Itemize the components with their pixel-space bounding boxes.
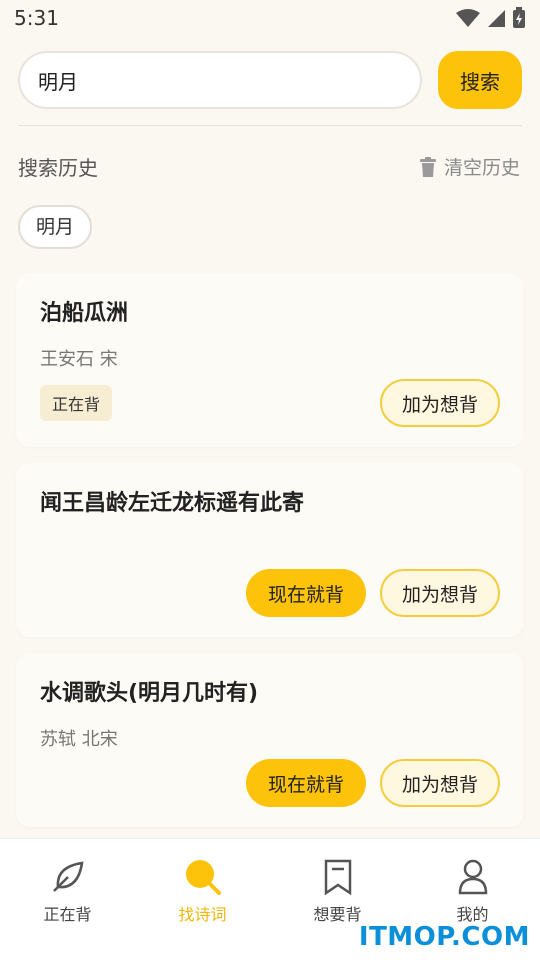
poem-author: 王安石 宋 bbox=[40, 349, 118, 370]
history-header: 搜索历史 清空历史 bbox=[0, 126, 540, 181]
nav-label: 找诗词 bbox=[178, 905, 227, 924]
nav-label: 想要背 bbox=[313, 905, 362, 924]
search-bar: 搜索 bbox=[0, 36, 540, 109]
person-icon bbox=[458, 859, 487, 895]
history-tag[interactable]: 明月 bbox=[18, 205, 93, 249]
wifi-icon bbox=[456, 9, 480, 27]
status-bar: 5:31 bbox=[0, 0, 540, 36]
poem-list: 泊船瓜洲 王安石 宋 正在背 加为想背 闻王昌龄左迁龙标遥有此寄 现在就背 加为… bbox=[0, 249, 540, 827]
search-button[interactable]: 搜索 bbox=[438, 51, 522, 109]
add-to-want-button[interactable]: 加为想背 bbox=[379, 379, 500, 427]
search-input[interactable] bbox=[18, 51, 422, 109]
nav-item-profile[interactable]: 我的 bbox=[408, 859, 538, 925]
nav-item-find-poems[interactable]: 找诗词 bbox=[138, 859, 268, 925]
history-title: 搜索历史 bbox=[18, 156, 98, 180]
status-time: 5:31 bbox=[14, 6, 59, 30]
poem-author: 苏轼 北宋 bbox=[40, 729, 118, 750]
status-badge: 正在背 bbox=[40, 385, 113, 421]
poem-card[interactable]: 水调歌头(明月几时有) 苏轼 北宋 现在就背 加为想背 bbox=[16, 653, 524, 827]
leaf-icon bbox=[52, 861, 83, 892]
nav-label: 正在背 bbox=[43, 905, 92, 924]
history-tags: 明月 bbox=[0, 181, 540, 249]
poem-card[interactable]: 泊船瓜洲 王安石 宋 正在背 加为想背 bbox=[16, 273, 524, 447]
recite-now-button[interactable]: 现在就背 bbox=[245, 569, 366, 617]
battery-icon bbox=[513, 7, 525, 28]
clear-history-button[interactable]: 清空历史 bbox=[419, 153, 520, 180]
bookmark-icon bbox=[324, 859, 351, 895]
add-to-want-button[interactable]: 加为想背 bbox=[379, 759, 500, 807]
add-to-want-button[interactable]: 加为想背 bbox=[379, 569, 500, 617]
trash-icon bbox=[419, 156, 436, 177]
clear-history-label: 清空历史 bbox=[443, 157, 520, 179]
card-actions: 现在就背 加为想背 bbox=[40, 759, 500, 807]
card-actions: 现在就背 加为想背 bbox=[40, 569, 500, 617]
status-icons bbox=[456, 7, 526, 29]
poem-title: 水调歌头(明月几时有) bbox=[40, 681, 259, 706]
nav-item-want-to-recite[interactable]: 想要背 bbox=[273, 859, 403, 925]
signal-icon bbox=[488, 10, 505, 27]
poem-card[interactable]: 闻王昌龄左迁龙标遥有此寄 现在就背 加为想背 bbox=[16, 463, 524, 637]
poem-title: 闻王昌龄左迁龙标遥有此寄 bbox=[40, 491, 305, 516]
search-icon bbox=[185, 860, 221, 895]
poem-title: 泊船瓜洲 bbox=[40, 301, 129, 326]
recite-now-button[interactable]: 现在就背 bbox=[245, 759, 366, 807]
nav-item-reciting[interactable]: 正在背 bbox=[3, 859, 133, 925]
watermark: ITMOP.COM bbox=[358, 922, 530, 952]
card-actions: 正在背 加为想背 bbox=[40, 379, 500, 427]
